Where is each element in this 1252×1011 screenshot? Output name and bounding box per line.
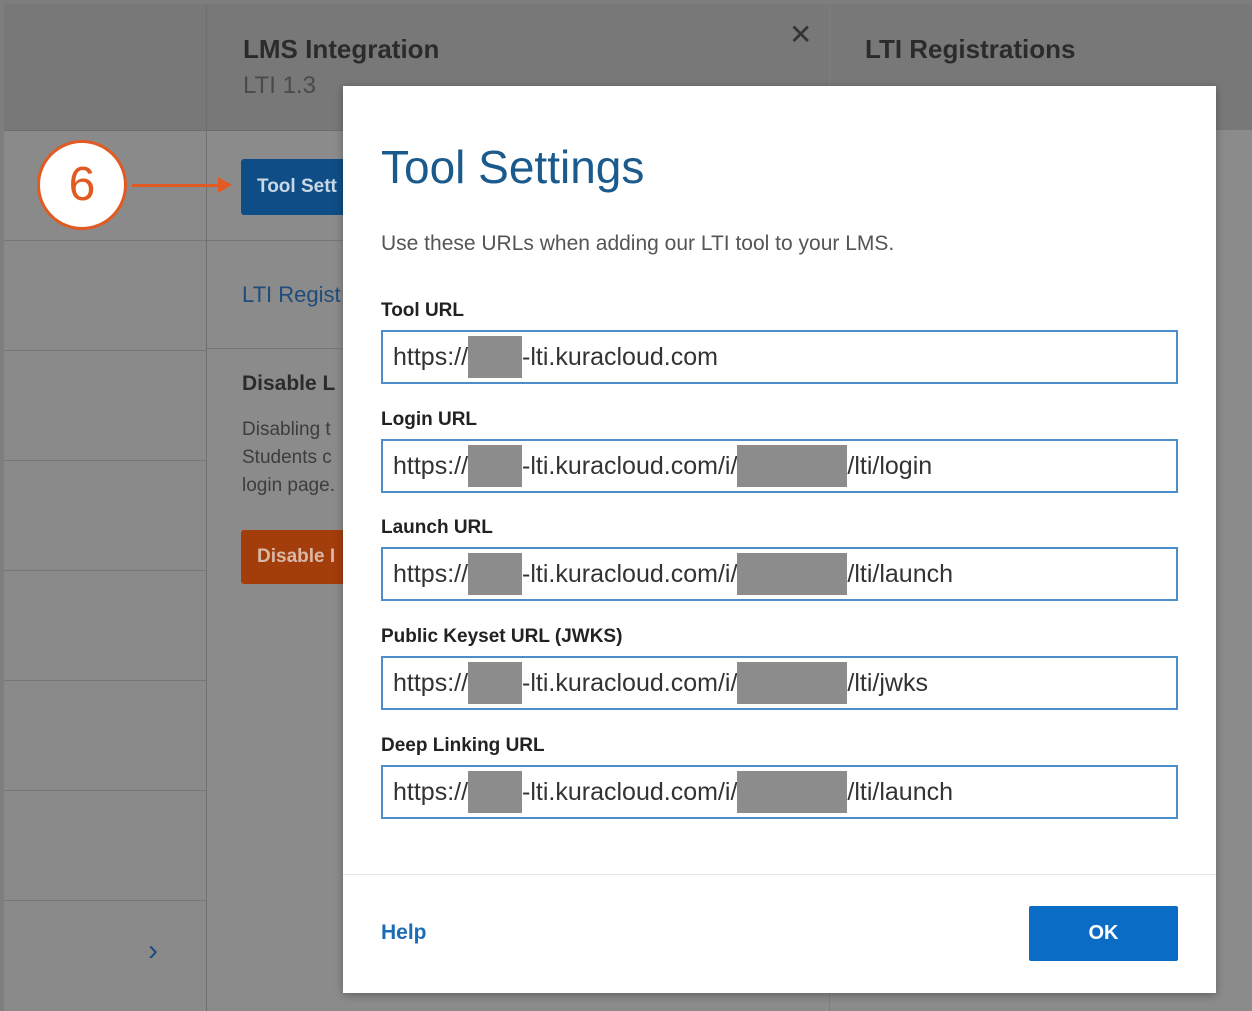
ok-button[interactable]: OK bbox=[1029, 906, 1178, 961]
dialog-title: Tool Settings bbox=[381, 141, 645, 193]
url-prefix: https:// bbox=[393, 777, 469, 806]
redacted-block bbox=[737, 445, 848, 487]
help-link[interactable]: Help bbox=[381, 921, 427, 945]
url-suffix: /lti/login bbox=[847, 451, 933, 480]
field-label: Launch URL bbox=[381, 517, 493, 538]
tool-settings-dialog: Tool Settings Use these URLs when adding… bbox=[343, 86, 1216, 993]
jwks-url-input[interactable]: https:// -lti.kuracloud.com/i/ /lti/jwks bbox=[381, 656, 1178, 710]
url-suffix: /lti/launch bbox=[847, 777, 954, 806]
callout-arrow-icon bbox=[132, 177, 232, 193]
redacted-block bbox=[468, 662, 523, 704]
redacted-block bbox=[737, 662, 848, 704]
redacted-block bbox=[468, 553, 523, 595]
url-middle: -lti.kuracloud.com/i/ bbox=[522, 777, 738, 806]
chevron-right-icon[interactable]: › bbox=[148, 934, 158, 968]
url-middle: -lti.kuracloud.com/i/ bbox=[522, 668, 738, 697]
deep-linking-url-field: Deep Linking URL https:// -lti.kuracloud… bbox=[381, 735, 1178, 819]
left-sidebar-row bbox=[4, 461, 206, 571]
left-sidebar-row bbox=[4, 241, 206, 351]
dialog-footer-divider bbox=[343, 874, 1216, 875]
url-prefix: https:// bbox=[393, 451, 469, 480]
url-prefix: https:// bbox=[393, 342, 469, 371]
panel-subtitle: LTI 1.3 bbox=[243, 72, 316, 99]
tool-url-input[interactable]: https:// -lti.kuracloud.com bbox=[381, 330, 1178, 384]
url-prefix: https:// bbox=[393, 668, 469, 697]
field-label: Public Keyset URL (JWKS) bbox=[381, 626, 623, 647]
redacted-block bbox=[737, 771, 848, 813]
login-url-field: Login URL https:// -lti.kuracloud.com/i/… bbox=[381, 409, 1178, 493]
url-suffix: /lti/jwks bbox=[847, 668, 928, 697]
deep-linking-url-input[interactable]: https:// -lti.kuracloud.com/i/ /lti/laun… bbox=[381, 765, 1178, 819]
url-middle: -lti.kuracloud.com/i/ bbox=[522, 559, 738, 588]
left-sidebar-row bbox=[4, 681, 206, 791]
panel-title: LMS Integration bbox=[243, 34, 440, 64]
close-icon[interactable]: ✕ bbox=[789, 18, 812, 51]
left-sidebar-header bbox=[4, 4, 206, 131]
redacted-block bbox=[737, 553, 848, 595]
redacted-block bbox=[468, 336, 523, 378]
field-label: Deep Linking URL bbox=[381, 735, 545, 756]
url-suffix: /lti/launch bbox=[847, 559, 954, 588]
right-panel-title: LTI Registrations bbox=[865, 34, 1076, 64]
url-prefix: https:// bbox=[393, 559, 469, 588]
left-sidebar-row bbox=[4, 791, 206, 901]
field-label: Tool URL bbox=[381, 300, 465, 321]
jwks-url-field: Public Keyset URL (JWKS) https:// -lti.k… bbox=[381, 626, 1178, 710]
redacted-block bbox=[468, 771, 523, 813]
left-sidebar-row bbox=[4, 351, 206, 461]
url-middle: -lti.kuracloud.com bbox=[522, 342, 718, 371]
dialog-intro: Use these URLs when adding our LTI tool … bbox=[381, 232, 895, 255]
launch-url-input[interactable]: https:// -lti.kuracloud.com/i/ /lti/laun… bbox=[381, 547, 1178, 601]
redacted-block bbox=[468, 445, 523, 487]
field-label: Login URL bbox=[381, 409, 478, 430]
step-number-callout: 6 bbox=[37, 140, 127, 230]
lti-registrations-link[interactable]: LTI Regist bbox=[242, 282, 341, 308]
login-url-input[interactable]: https:// -lti.kuracloud.com/i/ /lti/logi… bbox=[381, 439, 1178, 493]
url-middle: -lti.kuracloud.com/i/ bbox=[522, 451, 738, 480]
launch-url-field: Launch URL https:// -lti.kuracloud.com/i… bbox=[381, 517, 1178, 601]
disable-heading: Disable L bbox=[242, 372, 336, 395]
left-sidebar-row bbox=[4, 571, 206, 681]
tool-url-field: Tool URL https:// -lti.kuracloud.com bbox=[381, 300, 1178, 384]
